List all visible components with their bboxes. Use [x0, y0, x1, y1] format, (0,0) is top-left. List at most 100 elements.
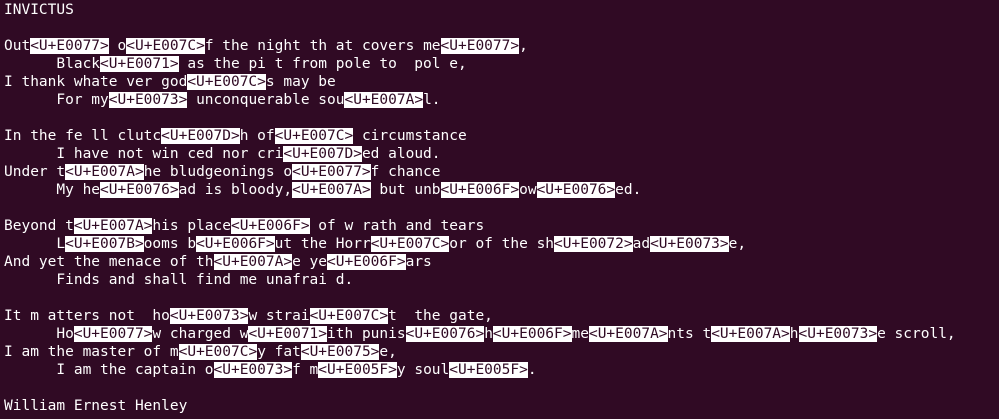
unicode-codepoint-box: <U+E0071>: [248, 326, 328, 342]
unicode-codepoint-box: <U+E007A>: [344, 92, 424, 108]
unicode-codepoint-box: <U+E0073>: [169, 308, 249, 324]
terminal-text: INVICTUS: [4, 2, 74, 18]
terminal-text: his place: [152, 218, 231, 234]
unicode-codepoint-box: <U+E0073>: [798, 326, 878, 342]
terminal-text: L: [4, 236, 66, 252]
terminal-line: I have not win ced nor cri<U+E007D>ed al…: [4, 145, 999, 163]
unicode-codepoint-box: <U+E007A>: [73, 218, 153, 234]
terminal-text: w charged w: [152, 326, 249, 342]
unicode-codepoint-box: <U+E007C>: [309, 308, 389, 324]
terminal-text: In the fe ll clutc: [4, 128, 162, 144]
terminal-text: Ho: [4, 326, 74, 342]
terminal-text: of w rath and tears: [309, 218, 485, 234]
terminal-line: William Ernest Henley: [4, 397, 999, 415]
unicode-codepoint-box: <U+E006F>: [492, 326, 572, 342]
terminal-line: In the fe ll clutc<U+E007D>h of<U+E007C>…: [4, 127, 999, 145]
terminal-text: ut the Horr: [274, 236, 371, 252]
terminal-line: Finds and shall find me unafrai d.: [4, 271, 999, 289]
terminal-text: ad: [632, 236, 651, 252]
unicode-codepoint-box: <U+E007C>: [178, 344, 258, 360]
terminal-text: l.: [423, 92, 441, 108]
terminal-line: Under t<U+E007A>he bludgeonings o<U+E007…: [4, 163, 999, 181]
terminal-line: Out<U+E0077> o<U+E007C>f the night th at…: [4, 37, 999, 55]
terminal-text: y fat: [257, 344, 301, 360]
terminal-text: ,: [519, 38, 528, 54]
unicode-codepoint-box: <U+E007C>: [187, 74, 266, 90]
unicode-codepoint-box: <U+E0077>: [440, 38, 520, 54]
terminal-line: My he<U+E0076>ad is bloody,<U+E007A> but…: [4, 181, 999, 199]
terminal-line: It m atters not ho<U+E0073>w strai<U+E00…: [4, 307, 999, 325]
unicode-codepoint-box: <U+E006F>: [327, 254, 406, 270]
unicode-codepoint-box: <U+E0071>: [100, 56, 179, 72]
terminal-text: w strai: [248, 308, 310, 324]
terminal-text: unconquerable sou: [187, 92, 345, 108]
terminal-text: ad is bloody,: [178, 182, 293, 198]
terminal-line: And yet the menace of th<U+E007A>e ye<U+…: [4, 253, 999, 271]
unicode-codepoint-box: <U+E006F>: [196, 236, 275, 252]
terminal-line: Beyond t<U+E007A>his place<U+E006F> of w…: [4, 217, 999, 235]
terminal-text: nts t: [667, 326, 712, 342]
unicode-codepoint-box: <U+E0076>: [100, 182, 179, 198]
terminal-text: My he: [4, 182, 101, 198]
unicode-codepoint-box: <U+E007C>: [370, 236, 450, 252]
terminal-text: It m atters not ho: [4, 308, 170, 324]
terminal-text: I thank whate ver god: [4, 74, 188, 90]
terminal-text: h: [789, 326, 799, 342]
terminal-text: Finds and shall find me unafrai d.: [4, 272, 354, 288]
terminal-text: h of: [239, 128, 275, 144]
terminal-text: Out: [4, 38, 31, 54]
terminal-text: circumstance: [353, 128, 467, 144]
terminal-text: ed.: [615, 182, 642, 198]
terminal-line: For my<U+E0073> unconquerable sou<U+E007…: [4, 91, 999, 109]
unicode-codepoint-box: <U+E007A>: [588, 326, 668, 342]
terminal-window[interactable]: INVICTUS Out <U+E0077> o <U+E007C> f the nig…: [0, 0, 999, 419]
terminal-line: INVICTUS: [4, 1, 999, 19]
unicode-codepoint-box: <U+E0076>: [405, 326, 485, 342]
terminal-text: s may be: [265, 74, 336, 90]
terminal-text: .: [527, 362, 537, 378]
unicode-codepoint-box: <U+E007A>: [65, 164, 144, 180]
terminal-text: f m: [292, 362, 319, 378]
unicode-codepoint-box: <U+E005F>: [449, 362, 528, 378]
terminal-text: ed aloud.: [361, 146, 441, 162]
terminal-text: o: [108, 38, 127, 54]
terminal-text: ars: [405, 254, 432, 270]
terminal-text: I am the captain o: [4, 362, 214, 378]
terminal-line: L<U+E007B>ooms b<U+E006F>ut the Horr<U+E…: [4, 235, 999, 253]
terminal-text: Under t: [4, 164, 66, 180]
unicode-codepoint-box: <U+E006F>: [440, 182, 520, 198]
unicode-codepoint-box: <U+E007D>: [283, 146, 362, 162]
terminal-text: William Ernest Henley: [4, 398, 188, 414]
terminal-text: e ye: [292, 254, 328, 270]
unicode-codepoint-box: <U+E0073>: [650, 236, 729, 252]
terminal-text: ith punis: [327, 326, 406, 342]
unicode-codepoint-box: <U+E007D>: [161, 128, 240, 144]
terminal-line: I am the captain o<U+E0073>f m <U+E005F>y…: [4, 361, 999, 379]
terminal-text: but unb: [370, 182, 441, 198]
terminal-text: h: [484, 326, 493, 342]
terminal-text: t the gate,: [388, 308, 493, 324]
unicode-codepoint-box: <U+E0073>: [108, 92, 188, 108]
terminal-text: he bludgeonings o: [143, 164, 293, 180]
unicode-codepoint-box: <U+E0075>: [300, 344, 380, 360]
terminal-text: as the pi t from pole to pol e,: [178, 56, 467, 72]
terminal-text: f the night th at covers me: [204, 38, 441, 54]
terminal-output: INVICTUS Out <U+E0077> o <U+E007C> f the nig…: [4, 1, 999, 415]
terminal-text: ooms b: [143, 236, 197, 252]
unicode-codepoint-box: <U+E0073>: [213, 362, 293, 378]
terminal-text: And yet the menace of th: [4, 254, 214, 270]
terminal-line: I thank whate ver god<U+E007C>s may be: [4, 73, 999, 91]
terminal-text: I have not win ced nor cri: [4, 146, 284, 162]
terminal-text: For my: [4, 92, 109, 108]
terminal-line: Black<U+E0071> as the pi t from pole to …: [4, 55, 999, 73]
terminal-text: y soul: [396, 362, 450, 378]
terminal-text: Beyond t: [4, 218, 74, 234]
terminal-text: f chance: [370, 164, 441, 180]
unicode-codepoint-box: <U+E0077>: [73, 326, 153, 342]
terminal-text: or of the sh: [449, 236, 555, 252]
